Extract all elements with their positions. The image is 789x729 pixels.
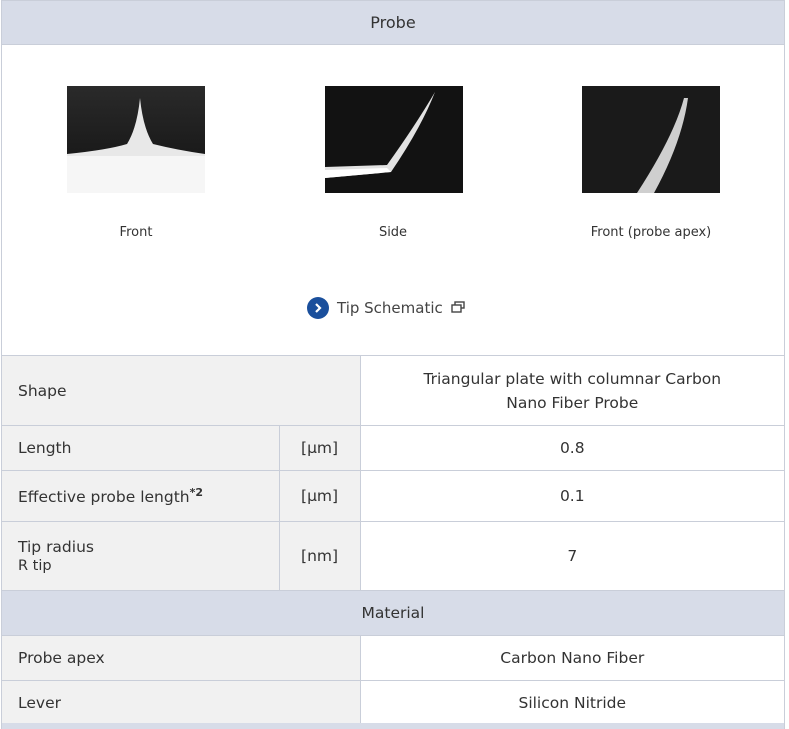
shape-value: Triangular plate with columnar Carbon Na… [359, 355, 786, 426]
effective-length-cell: Effective probe length*2 [1, 470, 280, 522]
table-row-effective-length: Effective probe length*2 [μm] 0.1 [1, 470, 786, 522]
table-row-tip-radius: Tip radius R tip [nm] 7 [1, 521, 786, 591]
length-value: 0.8 [359, 425, 786, 471]
table-row-shape: Shape Triangular plate with columnar Car… [1, 355, 786, 426]
tip-schematic-label: Tip Schematic [337, 299, 443, 317]
lever-value: Silicon Nitride [359, 680, 786, 725]
side-image [325, 86, 463, 193]
front-image [67, 86, 205, 193]
material-title: Material [1, 590, 785, 636]
probe-section-header: Probe [1, 0, 785, 45]
lever-label: Lever [1, 680, 361, 725]
spec-table: Shape Triangular plate with columnar Car… [1, 355, 786, 725]
material-section-header: Material [1, 590, 785, 636]
chevron-right-icon [307, 297, 329, 319]
tip-radius-cell: Tip radius R tip [1, 521, 280, 591]
effective-length-label: Effective probe length [18, 488, 190, 507]
apex-image [582, 86, 720, 193]
footer-strip [1, 723, 785, 729]
probe-apex-value: Carbon Nano Fiber [359, 635, 786, 681]
probe-apex-label: Probe apex [1, 635, 361, 681]
length-unit: [μm] [278, 425, 361, 471]
new-window-icon [451, 299, 465, 317]
table-row-lever: Lever Silicon Nitride [1, 680, 786, 725]
tip-radius-value: 7 [359, 521, 786, 591]
tip-radius-label: Tip radius [18, 538, 94, 556]
front-label: Front [119, 225, 153, 240]
image-panel: Front Side Front (probe apex) Tip Schema… [1, 45, 785, 355]
tip-radius-unit: [nm] [278, 521, 361, 591]
probe-title: Probe [370, 13, 416, 32]
shape-label: Shape [1, 355, 361, 426]
side-label: Side [378, 225, 408, 240]
tip-schematic-link[interactable]: Tip Schematic [307, 297, 465, 319]
effective-length-unit: [μm] [278, 470, 361, 522]
length-label: Length [1, 425, 280, 471]
table-row-probe-apex: Probe apex Carbon Nano Fiber [1, 635, 786, 681]
apex-label: Front (probe apex) [590, 225, 712, 240]
effective-length-value: 0.1 [359, 470, 786, 522]
footnote-mark: *2 [189, 485, 204, 499]
table-row-length: Length [μm] 0.8 [1, 425, 786, 471]
tip-radius-sublabel: R tip [18, 558, 52, 574]
